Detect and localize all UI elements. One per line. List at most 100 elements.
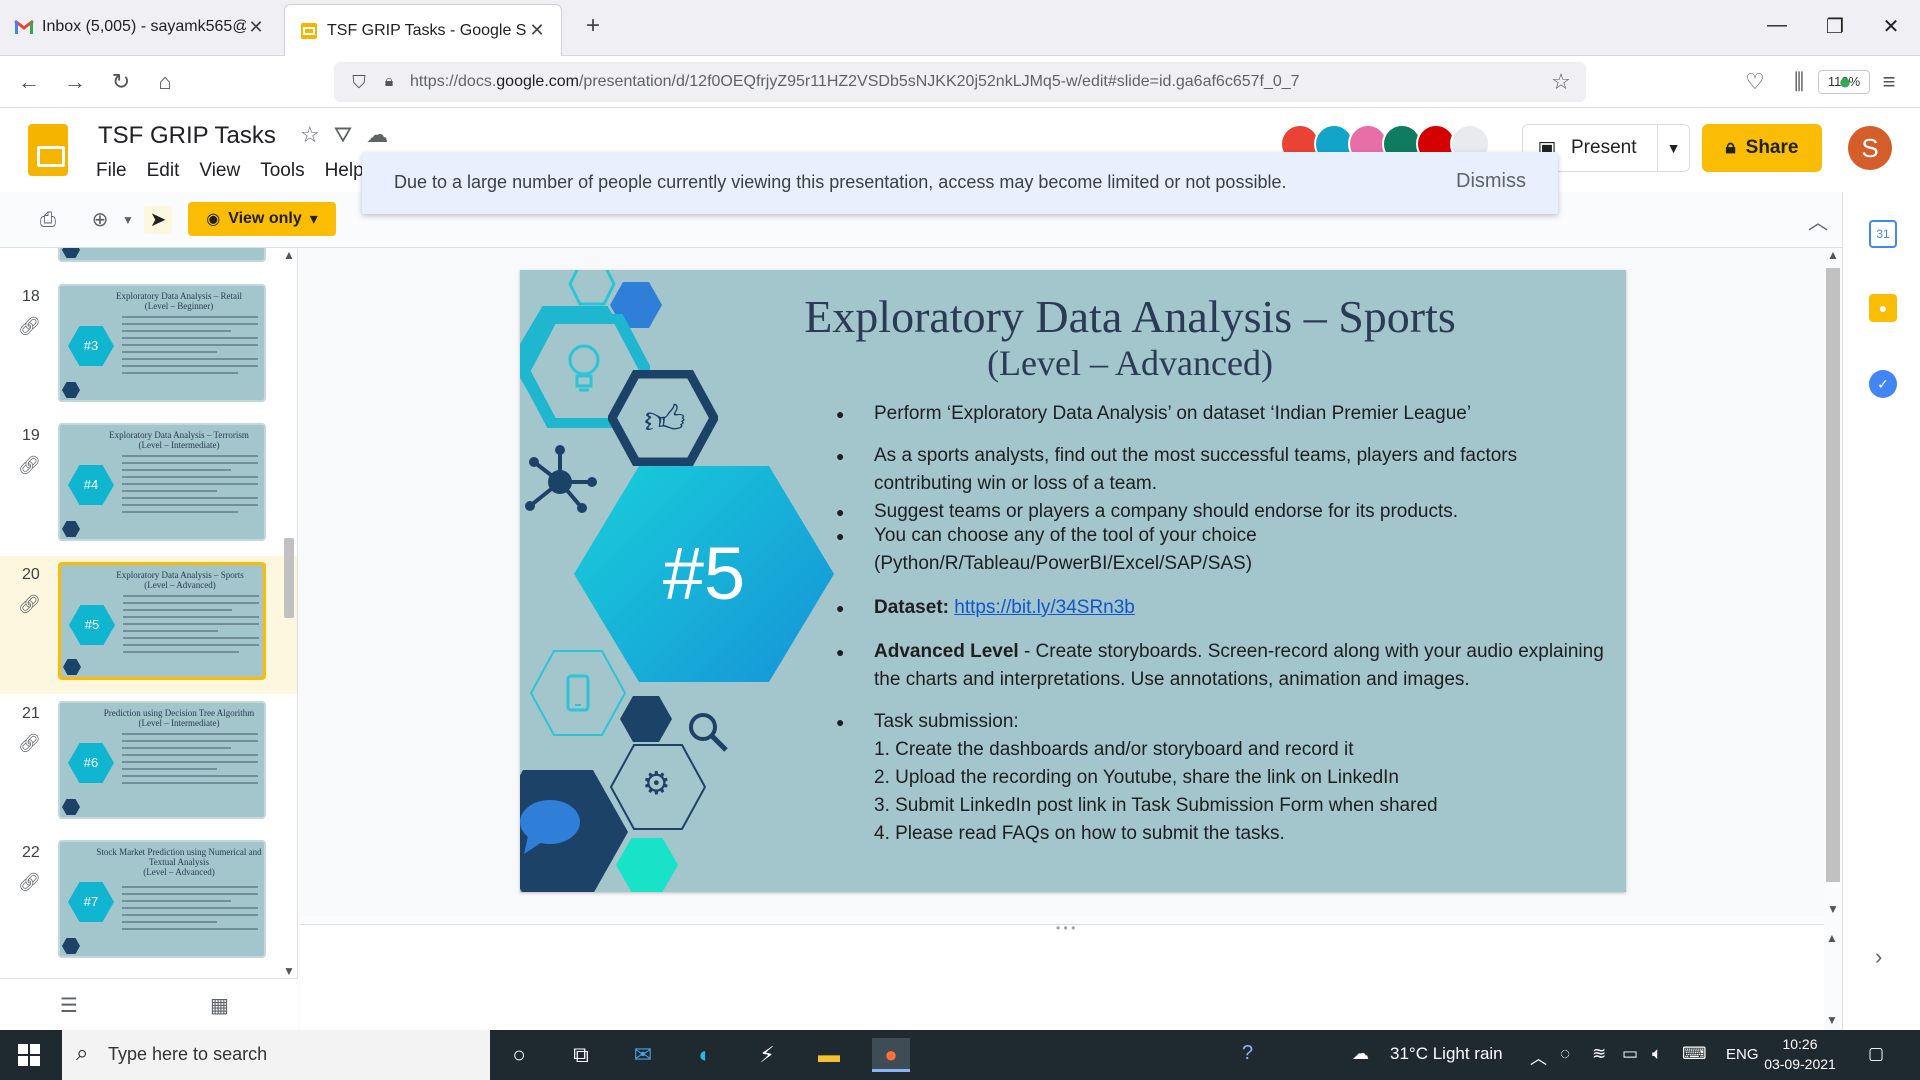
home-icon[interactable]: ⌂ — [150, 67, 180, 97]
clock-date: 03-09-2021 — [1764, 1056, 1836, 1072]
slide-thumbnail-row[interactable]: 19 🔗︎ Exploratory Data Analysis – Terror… — [0, 417, 297, 555]
share-button[interactable]: 🔒︎ Share — [1702, 124, 1822, 172]
menu-help[interactable]: Help — [325, 160, 364, 182]
taskbar-search[interactable]: ⌕ Type here to search — [62, 1030, 490, 1080]
zoom-icon[interactable]: ⊕ — [86, 206, 114, 234]
close-tab-icon[interactable]: ✕ — [527, 20, 547, 41]
calendar-icon[interactable]: 31 — [1869, 220, 1897, 248]
thumb-badge: #7 — [68, 882, 114, 922]
dataset-link[interactable]: https://bit.ly/34SRn3b — [954, 597, 1135, 618]
battery-icon[interactable]: ▭ — [1622, 1044, 1638, 1064]
scrollbar-thumb[interactable] — [284, 538, 294, 618]
browser-nav-bar: ← → ↻ ⌂ ⛉ 🔒︎ https://docs.google.com/pre… — [0, 56, 1920, 108]
move-to-drive-icon[interactable]: ⛛ — [334, 122, 352, 148]
scroll-down-icon[interactable]: ▼ — [1826, 1013, 1838, 1027]
forward-icon[interactable]: → — [60, 67, 90, 97]
cloud-status-icon[interactable]: ☁ — [366, 122, 388, 148]
menu-view[interactable]: View — [199, 160, 240, 182]
weather-icon[interactable]: ☁ — [1352, 1044, 1369, 1064]
menu-file[interactable]: File — [96, 160, 127, 182]
slide-thumbnail-row[interactable]: 22 🔗︎ Stock Market Prediction using Nume… — [0, 834, 297, 972]
restore-icon[interactable]: ❐ — [1820, 14, 1850, 39]
document-title[interactable]: TSF GRIP Tasks — [98, 122, 276, 150]
slide-thumbnail-row[interactable] — [0, 248, 297, 276]
speaker-notes-area[interactable]: • • • ▲ ▼ — [300, 921, 1838, 1030]
language-indicator[interactable]: ENG — [1726, 1046, 1759, 1063]
firefox-icon[interactable]: ● — [872, 1038, 910, 1072]
wifi-icon[interactable]: ≋ — [1592, 1044, 1606, 1064]
scroll-up-icon[interactable]: ▲ — [283, 248, 295, 262]
slides-logo-icon[interactable] — [28, 124, 68, 176]
minimize-icon[interactable]: — — [1762, 14, 1792, 37]
resize-handle-icon[interactable]: • • • — [1056, 921, 1075, 935]
extension-icon[interactable]: ● — [1830, 67, 1860, 97]
mail-icon[interactable]: ✉ — [624, 1038, 662, 1072]
dismiss-button[interactable]: Dismiss — [1456, 170, 1526, 193]
library-icon[interactable]: ⫼ — [1784, 67, 1814, 97]
lock-icon[interactable]: 🔒︎ — [374, 67, 404, 97]
filmstrip-view-icon[interactable]: ☰ — [60, 993, 78, 1018]
scroll-down-icon[interactable]: ▼ — [283, 964, 295, 978]
scroll-down-icon[interactable]: ▼ — [1827, 902, 1839, 916]
tab-gmail[interactable]: Inbox (5,005) - sayamk565@gm ✕ — [0, 0, 280, 54]
file-explorer-icon[interactable]: ▬ — [810, 1038, 848, 1072]
task-view-icon[interactable]: ⧉ — [562, 1038, 600, 1072]
star-icon[interactable]: ☆ — [300, 122, 320, 148]
print-icon[interactable]: ⎙ — [34, 206, 62, 234]
notifications-icon[interactable]: ▢ — [1868, 1044, 1884, 1064]
zoom-dropdown-icon[interactable]: ▼ — [114, 206, 142, 234]
slide-thumbnail[interactable]: Exploratory Data Analysis – Sports (Level… — [58, 562, 266, 680]
clock[interactable]: 10:26 03-09-2021 — [1760, 1034, 1840, 1074]
network-icon[interactable]: ◌ — [1560, 1044, 1570, 1064]
slide-thumbnail[interactable] — [58, 248, 266, 262]
close-tab-icon[interactable]: ✕ — [246, 17, 266, 38]
reload-icon[interactable]: ↻ — [106, 67, 136, 97]
link-icon: 🔗︎ — [18, 872, 41, 892]
tab-google-slides[interactable]: TSF GRIP Tasks - Google Slides ✕ — [284, 4, 562, 56]
slide-thumbnail-row[interactable]: 18 🔗︎ Exploratory Data Analysis – Retail… — [0, 278, 297, 416]
scroll-up-icon[interactable]: ▲ — [1826, 931, 1838, 945]
scrollbar-thumb[interactable] — [1826, 268, 1840, 882]
windows-start-icon[interactable] — [18, 1044, 40, 1066]
lock-person-icon: 🔒︎ — [1725, 137, 1736, 158]
scroll-up-icon[interactable]: ▲ — [1827, 248, 1839, 262]
grid-view-icon[interactable]: ▦ — [210, 993, 229, 1018]
tasks-icon[interactable]: ✓ — [1869, 370, 1897, 398]
menu-edit[interactable]: Edit — [147, 160, 180, 182]
slide-thumbnail[interactable]: Prediction using Decision Tree Algorithm… — [58, 701, 266, 819]
tray-chevron-icon[interactable]: ︿ — [1530, 1044, 1547, 1069]
slide-thumbnail-row-selected[interactable]: 20 🔗︎ Exploratory Data Analysis – Sports… — [0, 556, 297, 694]
help-icon[interactable]: ? — [1242, 1042, 1253, 1065]
filmstrip-scrollbar[interactable]: ▲ ▼ — [282, 248, 296, 978]
keep-icon[interactable]: ● — [1869, 294, 1897, 322]
menu-icon[interactable]: ≡ — [1874, 67, 1904, 97]
menu-tools[interactable]: Tools — [260, 160, 304, 182]
edge-icon[interactable]: ◐ — [686, 1038, 724, 1072]
banner-message: Due to a large number of people currentl… — [394, 172, 1287, 192]
new-tab-button[interactable]: + — [578, 12, 608, 40]
slide-thumbnail[interactable]: Exploratory Data Analysis – Retail (Level… — [58, 284, 266, 402]
dataset-label: Dataset: — [874, 597, 949, 618]
keyboard-icon[interactable]: ⌨ — [1682, 1044, 1707, 1064]
slide-thumbnail-row[interactable]: 21 🔗︎ Prediction using Decision Tree Alg… — [0, 695, 297, 833]
volume-icon[interactable]: 🔈︎ — [1652, 1044, 1662, 1064]
collapse-toolbar-icon[interactable]: ︿ — [1808, 206, 1828, 235]
app-icon[interactable]: ⚡ — [748, 1038, 786, 1072]
cortana-icon[interactable]: ○ — [500, 1038, 538, 1072]
slide-thumbnail[interactable]: Exploratory Data Analysis – Terrorism (Le… — [58, 423, 266, 541]
address-bar[interactable]: ⛉ 🔒︎ https://docs.google.com/presentatio… — [334, 62, 1870, 102]
canvas-scrollbar[interactable]: ▲ ▼ — [1824, 248, 1842, 916]
slide-thumbnail[interactable]: Stock Market Prediction using Numerical … — [58, 840, 266, 958]
bookmark-star-icon[interactable]: ☆ — [1546, 67, 1576, 97]
expand-panel-icon[interactable]: › — [1875, 944, 1882, 970]
pocket-icon[interactable]: ♡ — [1740, 67, 1770, 97]
user-avatar[interactable]: S — [1848, 126, 1892, 170]
close-window-icon[interactable]: ✕ — [1876, 14, 1906, 39]
back-icon[interactable]: ← — [14, 67, 44, 97]
view-only-button[interactable]: ◉ View only ▾ — [188, 202, 336, 236]
shield-icon[interactable]: ⛉ — [344, 67, 374, 97]
present-dropdown-icon[interactable]: ▼ — [1657, 125, 1689, 171]
select-cursor-icon[interactable]: ➤ — [144, 206, 172, 234]
weather-text[interactable]: 31°C Light rain — [1390, 1044, 1503, 1064]
thumb-title: Prediction using Decision Tree Algorithm… — [103, 708, 255, 728]
